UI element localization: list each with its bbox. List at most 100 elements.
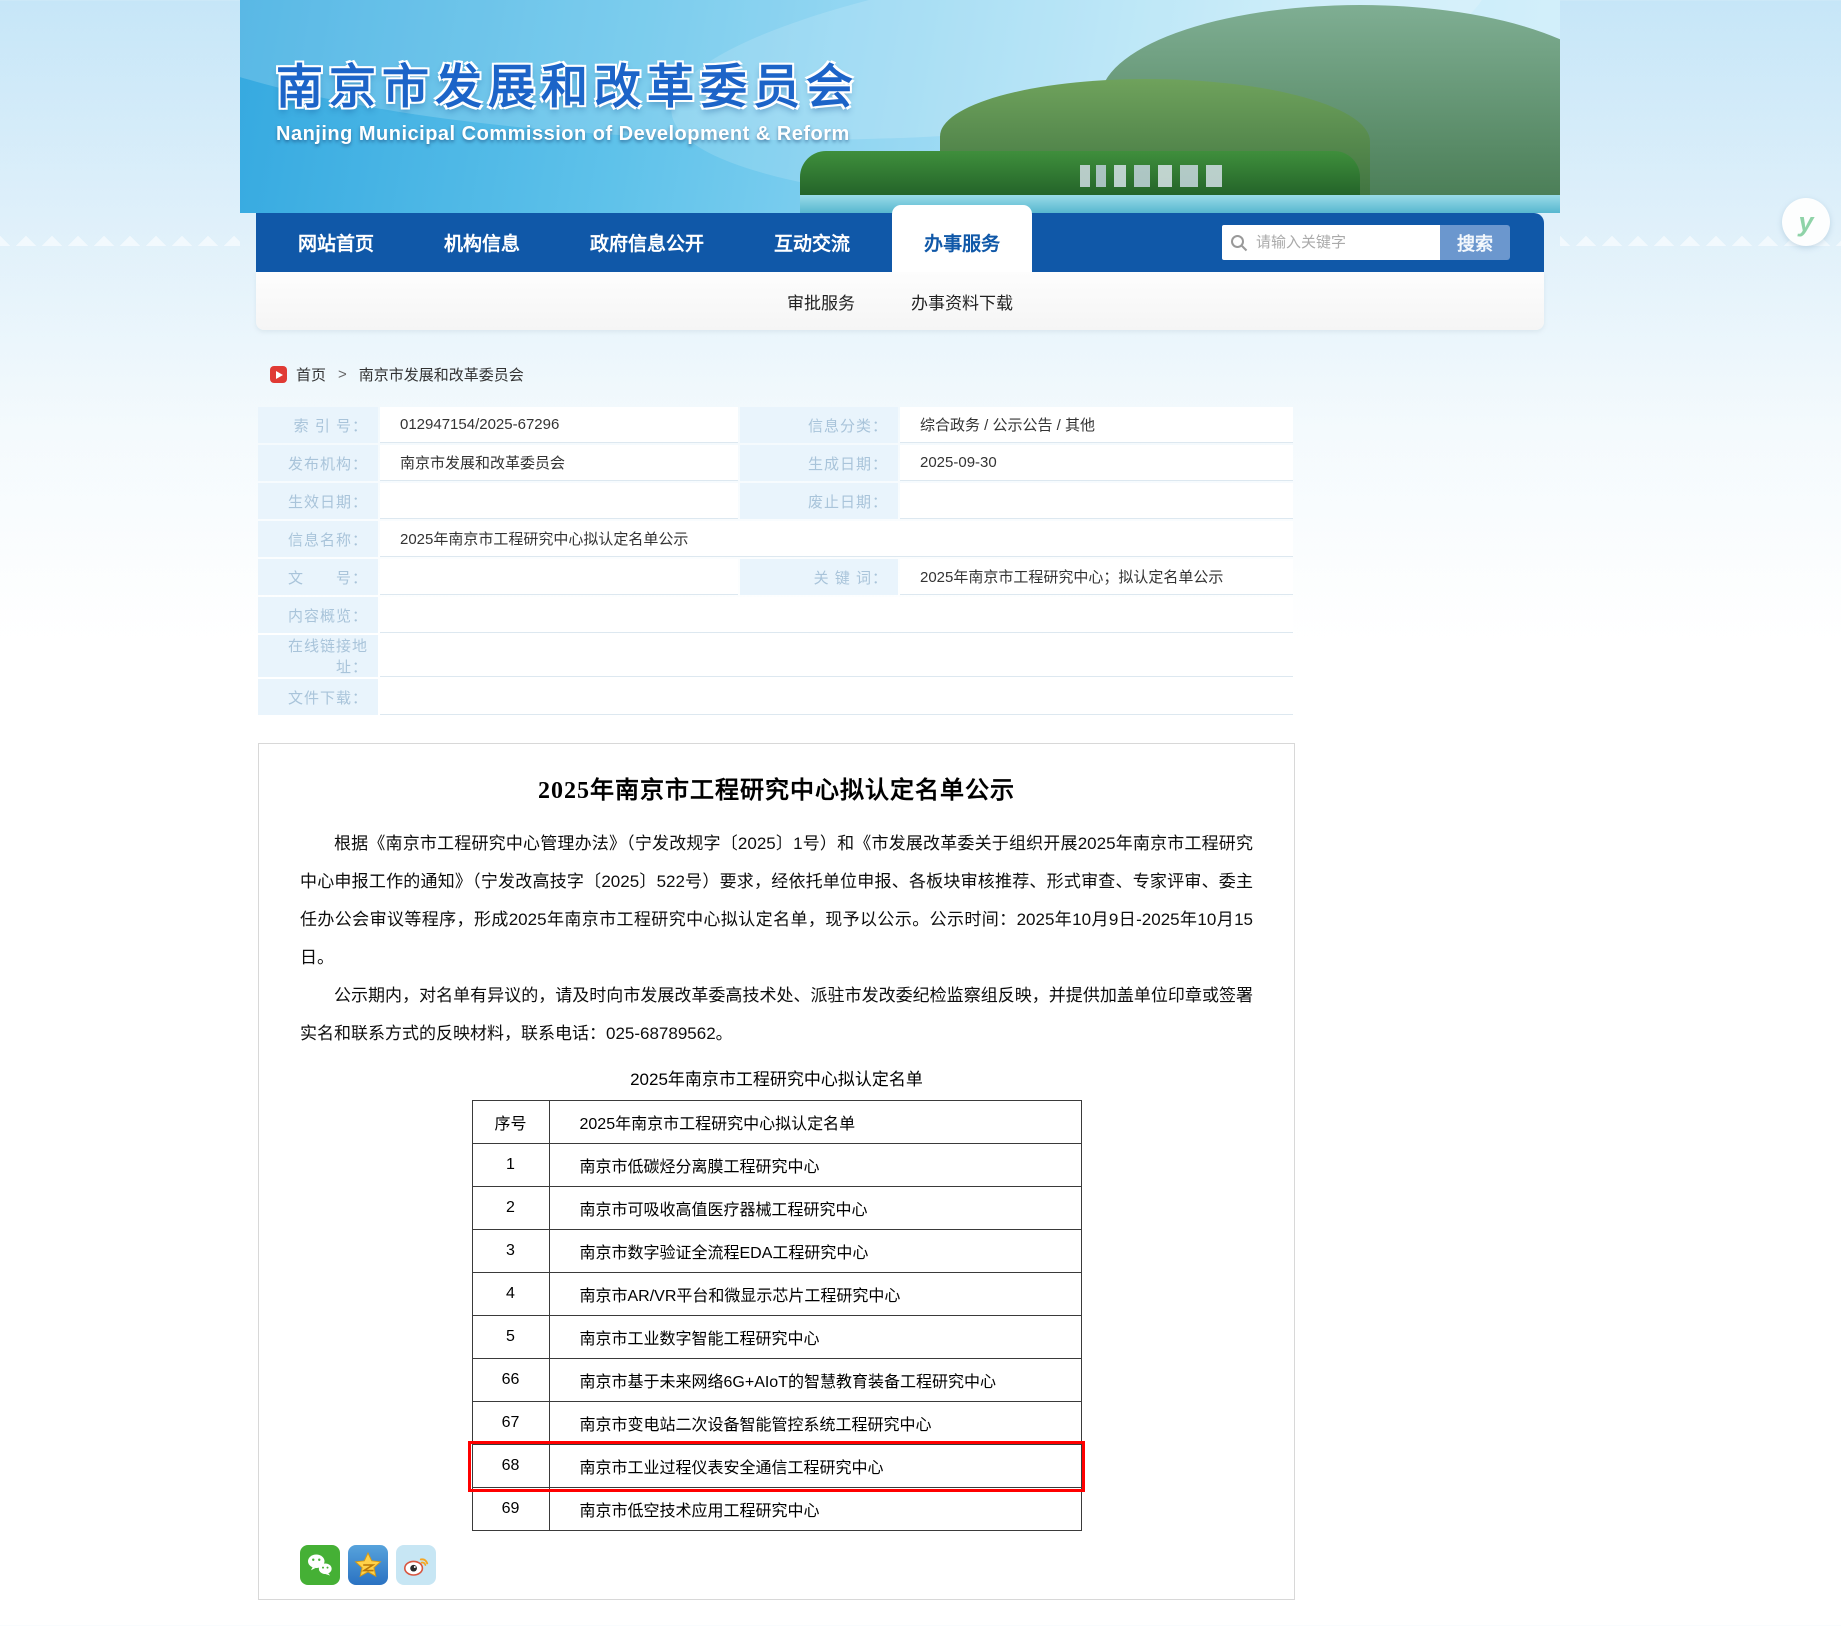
meta-label: 信息分类： [740,407,898,443]
meta-value [380,679,1293,715]
meta-label: 信息名称： [258,521,378,557]
metadata-row: 在线链接地址： [258,635,1293,677]
row-no: 66 [472,1359,549,1402]
meta-label: 发布机构： [258,445,378,481]
qzone-star-icon [352,1549,384,1581]
metadata-row: 发布机构： 南京市发展和改革委员会 生成日期： 2025-09-30 [258,445,1293,481]
site-subtitle: Nanjing Municipal Commission of Developm… [276,123,859,146]
meta-label: 废止日期： [740,483,898,519]
meta-label: 内容概览： [258,597,378,633]
col-header-name: 2025年南京市工程研究中心拟认定名单 [549,1101,1081,1144]
nav-item-org-info[interactable]: 机构信息 [416,213,548,272]
meta-value: 2025年南京市工程研究中心拟认定名单公示 [380,521,1293,557]
row-name: 南京市工业数字智能工程研究中心 [549,1316,1081,1359]
meta-value [900,483,1293,519]
meta-label: 文 号： [258,559,378,595]
meta-label: 生成日期： [740,445,898,481]
main-nav: 网站首页 机构信息 政府信息公开 互动交流 办事服务 搜索 [256,213,1544,272]
banner-landscape-image [800,63,1560,213]
subnav-item-approval-services[interactable]: 审批服务 [787,289,855,314]
breadcrumb-separator: > [338,366,347,383]
weibo-share-icon[interactable] [396,1545,436,1585]
row-no: 67 [472,1402,549,1445]
table-header-row: 序号 2025年南京市工程研究中心拟认定名单 [472,1101,1081,1144]
search-area: 搜索 [1222,213,1510,272]
search-button[interactable]: 搜索 [1440,225,1510,260]
row-name: 南京市低碳烃分离膜工程研究中心 [549,1144,1081,1187]
table-row-1: 2 南京市可吸收高值医疗器械工程研究中心 [472,1187,1081,1230]
nav-item-gov-info[interactable]: 政府信息公开 [562,213,732,272]
row-no: 1 [472,1144,549,1187]
site-title: 南京市发展和改革委员会 [276,48,859,117]
search-box [1222,225,1440,260]
row-no: 5 [472,1316,549,1359]
weibo-eye-icon [400,1549,432,1581]
meta-value: 2025-09-30 [900,445,1293,481]
meta-value: 2025年南京市工程研究中心；拟认定名单公示 [900,559,1293,595]
breadcrumb-home[interactable]: 首页 [296,364,326,385]
metadata-row: 内容概览： [258,597,1293,633]
subnav-item-materials-download[interactable]: 办事资料下载 [911,289,1013,314]
meta-value [380,483,738,519]
qzone-share-icon[interactable] [348,1545,388,1585]
metadata-row: 索 引 号： 012947154/2025-67296 信息分类： 综合政务 /… [258,407,1293,443]
meta-value [380,559,738,595]
row-name: 南京市可吸收高值医疗器械工程研究中心 [549,1187,1081,1230]
float-widget-button[interactable]: y [1782,198,1830,246]
metadata-row: 信息名称： 2025年南京市工程研究中心拟认定名单公示 [258,521,1293,557]
article-paragraph-1: 根据《南京市工程研究中心管理办法》（宁发改规字〔2025〕1号）和《市发展改革委… [300,825,1253,977]
article: 2025年南京市工程研究中心拟认定名单公示 根据《南京市工程研究中心管理办法》（… [258,743,1295,1600]
row-name: 南京市变电站二次设备智能管控系统工程研究中心 [549,1402,1081,1445]
table-row-6: 67 南京市变电站二次设备智能管控系统工程研究中心 [472,1402,1081,1445]
meta-label: 在线链接地址： [258,635,378,677]
table-row-3: 4 南京市AR/VR平台和微显示芯片工程研究中心 [472,1273,1081,1316]
col-header-no: 序号 [472,1101,549,1144]
metadata-row: 生效日期： 废止日期： [258,483,1293,519]
table-row-0: 1 南京市低碳烃分离膜工程研究中心 [472,1144,1081,1187]
metadata-row: 文 号： 关 键 词： 2025年南京市工程研究中心；拟认定名单公示 [258,559,1293,595]
table-row-2: 3 南京市数字验证全流程EDA工程研究中心 [472,1230,1081,1273]
table-row-5: 66 南京市基于未来网络6G+AIoT的智慧教育装备工程研究中心 [472,1359,1081,1402]
meta-value: 012947154/2025-67296 [380,407,738,443]
article-paragraph-2: 公示期内，对名单有异议的，请及时向市发展改革委高技术处、派驻市发改委纪检监察组反… [300,977,1253,1053]
sub-nav: 审批服务 办事资料下载 [256,272,1544,330]
row-name: 南京市工业过程仪表安全通信工程研究中心 [549,1445,1081,1488]
row-name: 南京市基于未来网络6G+AIoT的智慧教育装备工程研究中心 [549,1359,1081,1402]
row-name: 南京市AR/VR平台和微显示芯片工程研究中心 [549,1273,1081,1316]
list-table: 序号 2025年南京市工程研究中心拟认定名单 1 南京市低碳烃分离膜工程研究中心… [472,1100,1082,1531]
wechat-icon [305,1550,335,1580]
meta-value: 南京市发展和改革委员会 [380,445,738,481]
row-no: 4 [472,1273,549,1316]
wechat-share-icon[interactable] [300,1545,340,1585]
article-title: 2025年南京市工程研究中心拟认定名单公示 [300,770,1253,805]
meta-value [380,635,1293,677]
search-input[interactable] [1256,234,1426,251]
table-row-8: 69 南京市低空技术应用工程研究中心 [472,1488,1081,1531]
table-row-7: 68 南京市工业过程仪表安全通信工程研究中心 [472,1445,1081,1488]
float-widget-y-icon: y [1798,209,1813,236]
row-no: 69 [472,1488,549,1531]
decorative-flag-strip [0,232,240,246]
meta-label: 关 键 词： [740,559,898,595]
site-banner: 南京市发展和改革委员会 Nanjing Municipal Commission… [240,0,1560,213]
list-table-caption: 2025年南京市工程研究中心拟认定名单 [300,1065,1253,1090]
meta-label: 索 引 号： [258,407,378,443]
breadcrumb-current[interactable]: 南京市发展和改革委员会 [359,364,524,385]
row-name: 南京市低空技术应用工程研究中心 [549,1488,1081,1531]
row-no: 2 [472,1187,549,1230]
metadata-table: 索 引 号： 012947154/2025-67296 信息分类： 综合政务 /… [256,405,1295,717]
row-no: 68 [472,1445,549,1488]
nav-item-services-active[interactable]: 办事服务 [892,205,1032,272]
search-icon [1230,234,1248,252]
row-no: 3 [472,1230,549,1273]
meta-value: 综合政务 / 公示公告 / 其他 [900,407,1293,443]
breadcrumb: 首页 > 南京市发展和改革委员会 [270,364,1560,385]
home-icon [270,366,287,383]
nav-item-home[interactable]: 网站首页 [270,213,402,272]
meta-label: 生效日期： [258,483,378,519]
page-column: 南京市发展和改革委员会 Nanjing Municipal Commission… [240,0,1560,1626]
nav-item-interaction[interactable]: 互动交流 [746,213,878,272]
share-bar [300,1545,1253,1585]
row-name: 南京市数字验证全流程EDA工程研究中心 [549,1230,1081,1273]
meta-label: 文件下载： [258,679,378,715]
